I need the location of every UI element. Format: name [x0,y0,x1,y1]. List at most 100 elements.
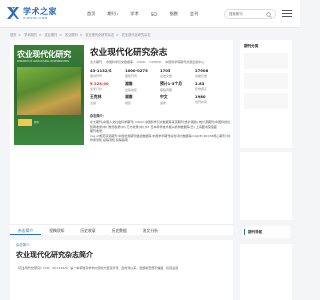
stat-item: 43-1132/S 国内刊号 [90,68,125,78]
stat-value: 2.83 [195,81,205,86]
nav-journals[interactable]: 期刊 ▾ [107,11,118,17]
stat-value: 27908 [195,68,209,73]
journal-tags: 北大期刊 中国科学引文数据库 CSCD CSTPCD 中国科学院期刊文献出版中心 [90,60,207,64]
sidebar-badge: 期刊导航 [242,226,290,238]
stat-label: 地区 [125,101,132,105]
stat-value: 王克林 [90,94,102,99]
intro-label: 杂志简介： [90,114,106,118]
stat-label: 出版地区 [125,88,138,92]
stat-item: 预计1-3个月 审稿周期 [160,81,195,92]
sidebar-title: 期刊分类 [244,44,259,48]
journal-tag[interactable]: CSTPCD [149,60,161,64]
top-header: 学术之家 XUESHU.COM 首页 期刊 ▾ 学术 SCI 指数 会刊 [0,0,300,28]
journal-tag[interactable]: 北大期刊 [90,60,102,64]
journal-card: 农业现代化研究 RESEARCH OF AGRICULTURAL MODERNI… [10,40,233,228]
nav-journals-label: 期刊 [107,11,116,16]
stat-item: 1705 总发文量 [160,68,195,78]
journal-tag[interactable]: 中国科学院期刊文献出版中心 [165,60,204,64]
tab-intro[interactable]: 杂志简介 [10,225,42,235]
nav-academic-label: 学术 [130,11,139,16]
logo-mark-icon [6,6,20,20]
breadcrumb-item[interactable]: 首页 [10,33,16,37]
tab-history-index[interactable]: 历史收录 [72,225,103,235]
content-tabs: 杂志简介 投稿须知 历史收录 历史数据 发文分析 [10,224,233,235]
sidebar-list [244,73,288,89]
stat-label: 总发文量 [160,74,173,78]
intro-line: 知网收录(中) 维普收录(中) 万方收录(中) JST 日本科学技术振兴机构数据… [90,124,217,129]
tab-publication-analysis[interactable]: 发文分析 [135,225,166,235]
nav-proceedings[interactable]: 会刊 [190,11,198,17]
stat-item: ¥ 228.00 全年订价 [90,81,125,91]
site-logo[interactable]: 学术之家 XUESHU.COM [6,6,57,20]
intro-text: 北大期刊(中国人文社会科学期刊) CSCD 中国科学引文数据库来源期刊(含扩展版… [90,120,230,143]
cover-photo [17,67,81,115]
sidebar-list [244,53,288,69]
sidebar: 期刊分类 [240,40,292,224]
stat-label: 主编 [90,101,97,105]
badge-label: 期刊导航 [248,230,263,234]
nav-sci-label: SCI [150,11,158,17]
section-title: 农业现代化研究杂志简介 [16,250,93,259]
breadcrumb-item[interactable]: 农业现代化研究杂志 [85,33,114,37]
stat-item: 27908 总被引量 [195,68,230,78]
sidebar-bottom-box [240,244,292,300]
stat-label: 全年订价 [90,87,103,91]
search-input[interactable] [229,10,267,18]
breadcrumb: 首页 > 学术期刊 > 农业期刊 > 农业期刊 > 农业现代化研究杂志 > 农业现代化研究… [10,33,151,37]
menu-icon[interactable] [282,10,292,18]
search-box [224,9,276,19]
nav-academic[interactable]: 学术 [130,11,138,17]
intro-line: 作者须知 投稿须知 投稿指南 [90,138,128,143]
stat-value: 1705 [160,68,171,73]
breadcrumb-item[interactable]: 学术期刊 [24,33,37,37]
journal-cover-image: 农业现代化研究 RESEARCH OF AGRICULTURAL MODERNI… [14,45,84,145]
breadcrumb-item[interactable]: 农业期刊 [45,33,58,37]
stat-value: 1980 [195,94,206,99]
intro-section: 杂志简介 农业现代化研究杂志简介 《农业现代化研究》（CN：43-1132/S）… [10,240,233,300]
search-icon[interactable] [266,11,272,18]
cover-band-label: 期刊 [34,121,39,124]
stat-value: ¥ 228.00 [90,81,109,86]
nav-index[interactable]: 指数 [170,11,178,17]
section-tag: 杂志简介 [16,243,30,247]
sidebar-ad-box [240,152,292,220]
logo-subtitle: XUESHU.COM [23,15,48,20]
logo-title: 学术之家 [23,6,57,16]
main-nav: 首页 期刊 ▾ 学术 SCI 指数 会刊 [87,11,210,17]
sidebar-category-box: 期刊分类 [240,40,292,148]
stat-item: 1980 创刊时间 [195,94,230,104]
stat-value: 湖南 [125,94,133,99]
nav-index-label: 指数 [169,11,178,16]
breadcrumb-item[interactable]: 农业期刊 [65,33,78,37]
stat-value: 预计1-3个月 [160,81,183,86]
cover-band [18,119,32,126]
stat-item: 湖南 地区 [125,94,160,105]
tab-submission[interactable]: 投稿须知 [41,225,72,235]
stat-item: 1000-0275 国际刊号 [125,68,160,78]
tab-history-data[interactable]: 历史数据 [104,225,135,235]
stat-item: 2.83 影响因子 [195,81,230,91]
stat-value: 43-1132/S [90,68,112,73]
stat-value: 1000-0275 [125,68,148,73]
section-text: 《农业现代化研究》（CN：43-1132/S）是一本有较高学术价值的大型双月刊，… [16,266,179,270]
chevron-down-icon: ▾ [116,12,119,16]
cover-subtitle: RESEARCH OF AGRICULTURAL MODERNIZATION [17,60,69,63]
stat-label: 总被引量 [195,74,208,78]
stat-label: 语言 [160,101,167,105]
stat-value: 湖南 [125,81,133,86]
stat-label: 影响因子 [195,87,208,91]
stat-item: 湖南 出版地区 [125,81,160,92]
nav-home[interactable]: 首页 [87,11,95,17]
cover-title: 农业现代化研究 [17,49,71,59]
stat-item: 中文 语言 [160,94,195,105]
nav-sci[interactable]: SCI [151,11,158,17]
journal-title: 农业现代化研究杂志 [90,48,168,58]
stat-label: 创刊时间 [195,100,208,104]
sidebar-list [244,93,288,109]
journal-tag[interactable]: CSCD [137,60,145,64]
stat-value: 中文 [160,94,168,99]
journal-tag[interactable]: 中国科学引文数据库 [106,60,133,64]
badge-accent [244,229,245,235]
stat-label: 审稿周期 [160,88,173,92]
intro-line: 北大期刊(中国人文社会科学期刊) CSCD 中国科学引文数据库来源期刊(含扩展版… [90,120,230,124]
